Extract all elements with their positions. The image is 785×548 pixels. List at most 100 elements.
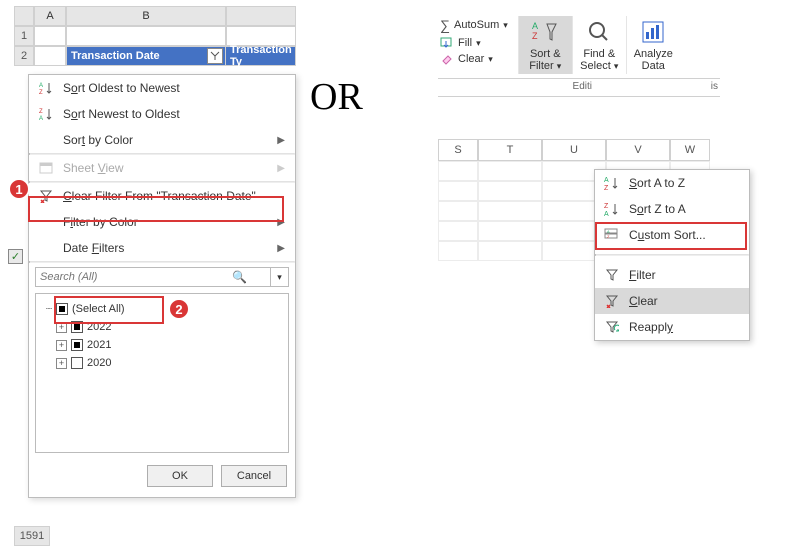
cell-A2[interactable] [34, 46, 66, 66]
callout-badge-1: 1 [8, 178, 30, 200]
table-header-label: Transaction Date [71, 50, 160, 62]
checkbox-icon[interactable] [71, 339, 83, 351]
reapply[interactable]: Reapply [595, 314, 749, 340]
dialog-buttons: OK Cancel [29, 459, 295, 497]
col-header[interactable]: W [670, 139, 710, 161]
checkbox-icon[interactable] [71, 357, 83, 369]
cell-B1[interactable] [66, 26, 226, 46]
col-header-B[interactable]: B [66, 6, 226, 26]
filter-search-row: 🔍 ▾ [29, 263, 295, 291]
expand-icon[interactable]: + [56, 358, 67, 369]
sort-ascending-icon: AZ [603, 174, 621, 192]
label: Sort Z to A [629, 202, 686, 216]
filter-search-dropdown[interactable]: ▾ [271, 267, 289, 287]
svg-text:A: A [604, 177, 609, 184]
menu-label: Sort by Color [63, 133, 133, 147]
analyze-data-button[interactable]: Analyze Data [626, 16, 680, 74]
filter-dropdown-button[interactable] [207, 48, 223, 64]
menu-label: Date Filters [63, 241, 124, 255]
tree-label: 2021 [87, 339, 111, 351]
funnel-icon [603, 266, 621, 284]
svg-text:A: A [39, 83, 43, 89]
col-header-C[interactable] [226, 6, 296, 26]
sort-descending-icon: ZA [603, 200, 621, 218]
label: Find & Select ▾ [577, 48, 622, 72]
cell-C1[interactable] [226, 26, 296, 46]
search-icon: 🔍 [232, 270, 247, 284]
col-header[interactable]: V [606, 139, 670, 161]
col-header[interactable]: T [478, 139, 542, 161]
svg-text:Z: Z [604, 185, 609, 191]
svg-text:Z: Z [532, 31, 538, 41]
expand-icon[interactable]: + [56, 340, 67, 351]
chevron-right-icon: ▶ [277, 243, 285, 254]
svg-text:Z: Z [39, 90, 43, 95]
label: Reapply [629, 320, 673, 334]
col-header[interactable]: S [438, 139, 478, 161]
select-all-corner[interactable] [14, 6, 34, 26]
ribbon-group-labels: Editi is [438, 79, 720, 97]
autosum-button[interactable]: ∑ AutoSum ▾ [438, 16, 510, 34]
funnel-arrow-icon [210, 51, 220, 61]
sort-filter-dropdown: AZ Sort A to Z ZA Sort Z to A AZ Custom … [594, 169, 750, 341]
find-select-button[interactable]: Find & Select ▾ [572, 16, 626, 74]
reapply-funnel-icon [603, 318, 621, 336]
sort-descending-icon: ZA [37, 105, 55, 123]
outline-collapse-checkbox[interactable]: ✓ [8, 249, 23, 264]
highlight-select-all [54, 296, 164, 324]
col-header[interactable]: U [542, 139, 606, 161]
filter-context-menu: AZ Sort Oldest to Newest ZA Sort Newest … [28, 74, 296, 498]
col-headers-row: S T U V W [438, 139, 720, 161]
sort-az[interactable]: AZ Sort A to Z [595, 170, 749, 196]
cell-A1[interactable] [34, 26, 66, 46]
year-item[interactable]: + 2020 [42, 354, 282, 372]
label: AutoSum [454, 19, 499, 31]
menu-label: Sheet View [63, 161, 124, 175]
cancel-button[interactable]: Cancel [221, 465, 287, 487]
table-header-transaction-type[interactable]: Transaction Ty [226, 46, 296, 66]
col-header-A[interactable]: A [34, 6, 66, 26]
filter[interactable]: Filter [595, 262, 749, 288]
menu-label: Sort Oldest to Newest [63, 81, 180, 95]
sort-filter-button[interactable]: AZ Sort & Filter ▾ [518, 16, 572, 74]
chevron-down-icon: ▾ [277, 272, 282, 283]
label: Clear [458, 53, 484, 65]
svg-text:A: A [604, 211, 609, 217]
label: Sort A to Z [629, 176, 685, 190]
ribbon: ∑ AutoSum ▾ Fill ▾ Clear ▾ AZ Sort & Fil… [438, 16, 720, 79]
eraser-icon [440, 53, 454, 65]
sort-newest-oldest[interactable]: ZA Sort Newest to Oldest [29, 101, 295, 127]
year-item[interactable]: + 2021 [42, 336, 282, 354]
fill-button[interactable]: Fill ▾ [438, 36, 510, 50]
clear[interactable]: Clear [595, 288, 749, 314]
row-header-1[interactable]: 1 [14, 26, 34, 46]
highlight-clear-filter [28, 196, 284, 222]
chevron-right-icon: ▶ [277, 135, 285, 146]
menu-label: Sort Newest to Oldest [63, 107, 180, 121]
row-header-1591[interactable]: 1591 [14, 526, 50, 546]
label: Filter [629, 268, 656, 282]
menu-separator [595, 254, 749, 256]
sheet-view: Sheet View ▶ [29, 155, 295, 181]
ok-button[interactable]: OK [147, 465, 213, 487]
sort-oldest-newest[interactable]: AZ Sort Oldest to Newest [29, 75, 295, 101]
sort-ascending-icon: AZ [37, 79, 55, 97]
tree-label: 2020 [87, 357, 111, 369]
label: Sort & Filter ▾ [523, 48, 568, 72]
group-label-analysis: is [596, 81, 720, 92]
date-filters[interactable]: Date Filters ▶ [29, 235, 295, 261]
sort-za[interactable]: ZA Sort Z to A [595, 196, 749, 222]
chevron-right-icon: ▶ [277, 163, 285, 174]
sigma-icon: ∑ [440, 17, 450, 33]
sort-filter-icon: AZ [531, 18, 559, 46]
sort-by-color[interactable]: Sort by Color ▶ [29, 127, 295, 153]
group-label-editing: Editi [438, 81, 596, 92]
table-header-transaction-date[interactable]: Transaction Date [66, 46, 226, 66]
label: Analyze Data [631, 48, 676, 72]
highlight-clear-dropdown [595, 222, 747, 250]
fill-icon [440, 37, 454, 49]
clear-button[interactable]: Clear ▾ [438, 52, 510, 66]
clear-funnel-icon [603, 292, 621, 310]
or-label: OR [310, 75, 363, 119]
row-header-2[interactable]: 2 [14, 46, 34, 66]
